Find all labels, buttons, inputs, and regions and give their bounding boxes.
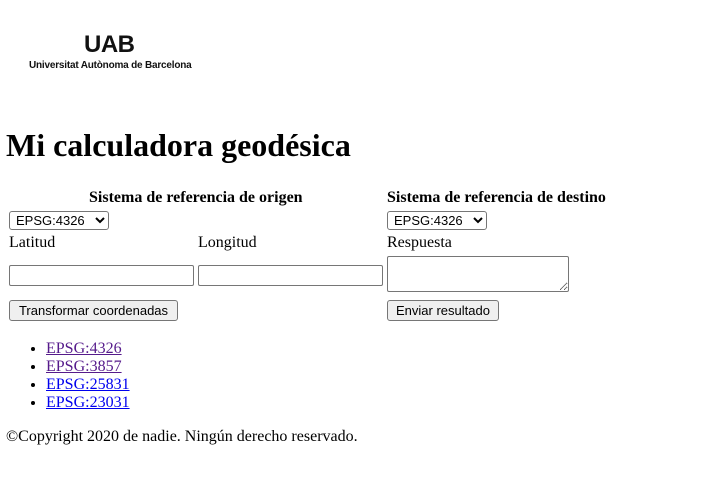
epsg-link-23031[interactable]: EPSG:23031 [46,394,130,411]
destination-crs-select[interactable]: EPSG:4326 [387,211,487,230]
logo-mark: UAB [84,31,135,58]
list-item: EPSG:23031 [46,394,130,412]
epsg-link-list: EPSG:4326 EPSG:3857 EPSG:25831 EPSG:2303… [6,340,130,412]
epsg-link-4326[interactable]: EPSG:4326 [46,340,122,357]
send-result-button[interactable]: Enviar resultado [387,300,499,321]
uab-logo: UAB Universitat Autònoma de Barcelona [29,33,204,75]
destination-header: Sistema de referencia de destino [387,189,606,206]
list-item: EPSG:25831 [46,376,130,394]
epsg-link-25831[interactable]: EPSG:25831 [46,376,130,393]
longitude-input[interactable] [198,265,383,286]
answer-label: Respuesta [387,234,452,251]
list-item: EPSG:4326 [46,340,130,358]
logo-text: Universitat Autònoma de Barcelona [29,60,192,71]
longitude-label: Longitud [198,234,257,251]
origin-header: Sistema de referencia de origen [89,189,303,206]
page-title: Mi calculadora geodésica [6,127,351,163]
latitude-input[interactable] [9,265,194,286]
latitude-label: Latitud [9,234,56,251]
origin-crs-select[interactable]: EPSG:4326 [9,211,109,230]
footer-copyright: ©Copyright 2020 de nadie. Ningún derecho… [6,428,358,445]
transform-button[interactable]: Transformar coordenadas [9,300,178,321]
epsg-link-3857[interactable]: EPSG:3857 [46,358,122,375]
answer-textarea[interactable] [387,256,569,292]
list-item: EPSG:3857 [46,358,130,376]
